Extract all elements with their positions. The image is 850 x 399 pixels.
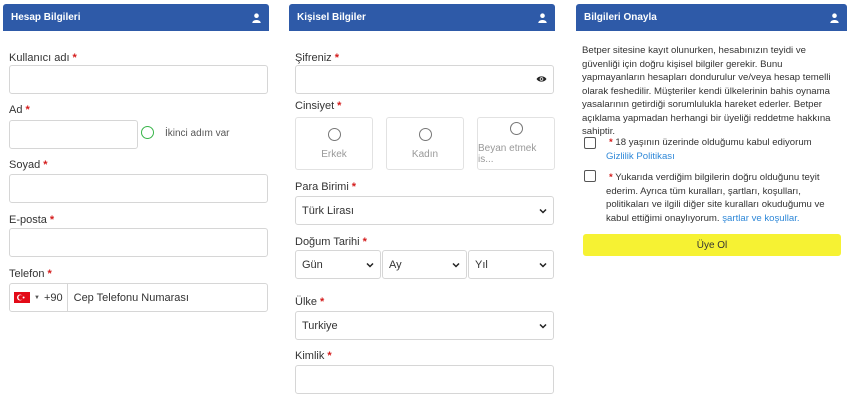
username-label: Kullanıcı adı * — [9, 52, 77, 64]
phone-field: ▼ +90 Cep Telefonu Numarası — [9, 283, 268, 312]
user-icon — [830, 12, 839, 23]
personal-panel-header: Kişisel Bilgiler — [289, 4, 555, 31]
phone-input[interactable]: Cep Telefonu Numarası — [68, 292, 189, 304]
register-button[interactable]: Üye Ol — [583, 234, 841, 256]
chevron-down-icon — [366, 262, 374, 268]
phone-code: +90 — [43, 291, 63, 304]
account-panel: Hesap Bilgileri Kullanıcı adı * Ad * İkinc… — [3, 4, 269, 312]
currency-select[interactable]: Türk Lirası — [295, 196, 554, 225]
chevron-down-icon — [539, 208, 547, 214]
country-select[interactable]: Turkiye — [295, 311, 554, 340]
gender-option-female[interactable]: Kadın — [386, 117, 464, 170]
second-name-toggle[interactable] — [141, 126, 154, 139]
age-checkbox-label: * 18 yaşının üzerinde olduğumu kabul edi… — [606, 137, 812, 162]
turkey-flag-icon — [14, 292, 30, 303]
eye-icon[interactable] — [536, 74, 547, 86]
country-code-selector[interactable]: ▼ +90 — [10, 284, 68, 311]
birth-day-select[interactable]: Gün — [295, 250, 381, 279]
chevron-down-icon — [539, 262, 547, 268]
age-checkbox[interactable] — [584, 137, 596, 149]
confirm-panel-title: Bilgileri Onayla — [584, 12, 657, 23]
second-name-label: İkinci adım var — [165, 128, 230, 139]
email-label: E-posta * — [9, 214, 55, 226]
username-input[interactable] — [9, 65, 268, 94]
country-label: Ülke * — [295, 296, 325, 308]
radio-icon — [509, 122, 523, 135]
account-panel-title: Hesap Bilgileri — [11, 12, 81, 23]
phone-label: Telefon * — [9, 268, 52, 280]
birth-date-label: Doğum Tarihi * — [295, 236, 367, 248]
confirm-panel-header: Bilgileri Onayla — [576, 4, 847, 31]
terms-checkbox-label: * Yukarıda verdiğim bilgilerin doğru old… — [606, 172, 825, 224]
caret-down-icon: ▼ — [34, 294, 40, 301]
birth-year-select[interactable]: Yıl — [468, 250, 554, 279]
gender-option-male[interactable]: Erkek — [295, 117, 373, 170]
surname-input[interactable] — [9, 174, 268, 203]
chevron-down-icon — [539, 323, 547, 329]
account-panel-header: Hesap Bilgileri — [3, 4, 269, 31]
id-input[interactable] — [295, 365, 554, 394]
gender-label: Cinsiyet * — [295, 100, 342, 112]
radio-icon — [418, 127, 432, 141]
surname-label: Soyad * — [9, 159, 48, 171]
confirm-panel: Bilgileri Onayla Betper sitesine kayıt o… — [576, 4, 847, 256]
privacy-policy-link[interactable]: Gizlilik Politikası — [606, 151, 675, 162]
terms-checkbox[interactable] — [584, 170, 596, 182]
terms-link[interactable]: şartlar ve koşullar. — [722, 213, 799, 224]
name-input[interactable] — [9, 120, 138, 149]
confirm-info-text: Betper sitesine kayıt olunurken, hesabın… — [582, 45, 831, 137]
personal-panel-title: Kişisel Bilgiler — [297, 12, 366, 23]
password-label: Şifreniz * — [295, 52, 339, 64]
email-input[interactable] — [9, 228, 268, 257]
user-icon — [538, 12, 547, 23]
chevron-down-icon — [452, 262, 460, 268]
user-icon — [252, 12, 261, 23]
name-label: Ad * — [9, 104, 30, 116]
birth-month-select[interactable]: Ay — [382, 250, 467, 279]
personal-panel: Kişisel Bilgiler Şifreniz * Cinsiyet * Erk… — [289, 4, 555, 394]
gender-option-undisclosed[interactable]: Beyan etmek is... — [477, 117, 555, 170]
password-input[interactable] — [295, 65, 554, 94]
currency-label: Para Birimi * — [295, 181, 357, 193]
id-label: Kimlik * — [295, 350, 332, 362]
radio-icon — [327, 127, 341, 141]
